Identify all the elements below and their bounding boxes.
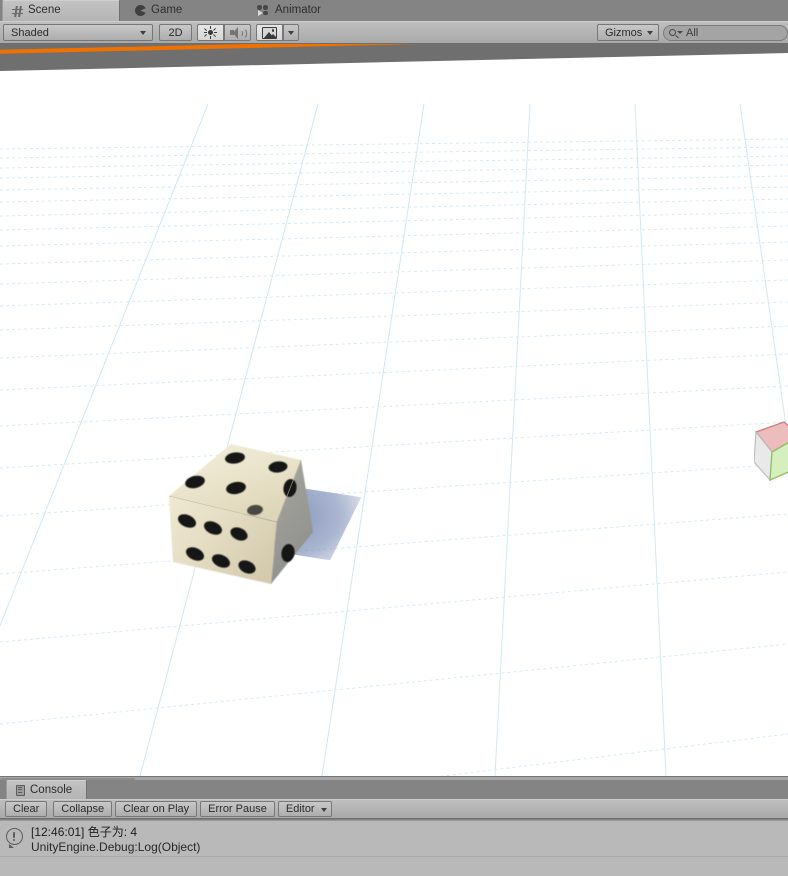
editor-connection-dropdown[interactable]: Editor	[277, 801, 332, 817]
search-icon	[669, 29, 676, 36]
draw-mode-dropdown[interactable]: Shaded	[3, 24, 153, 41]
tab-game[interactable]: Game	[126, 0, 204, 21]
chevron-down-icon	[320, 807, 327, 812]
chevron-down-icon	[288, 30, 294, 35]
info-log-icon	[6, 828, 25, 848]
hash-icon	[12, 5, 23, 17]
animator-icon	[257, 5, 270, 16]
tab-animator[interactable]: Animator	[248, 0, 356, 21]
chevron-down-icon	[140, 31, 146, 35]
audio-icon	[230, 26, 247, 39]
clear-on-play-label: Clear on Play	[123, 803, 190, 815]
console-log-list[interactable]: [12:46:01] 色子为: 4 UnityEngine.Debug:Log(…	[0, 820, 788, 876]
scene-view-toolbar: Shaded 2D Gizmos All	[0, 21, 788, 44]
console-toolbar: Clear Collapse Clear on Play Error Pause…	[0, 799, 788, 819]
clear-button[interactable]: Clear	[5, 801, 48, 817]
dice-mesh	[168, 444, 313, 585]
gizmos-dropdown[interactable]: Gizmos	[597, 24, 659, 41]
draw-mode-label: Shaded	[11, 26, 49, 39]
scene-panel-tabbar: Scene Game Animator	[0, 0, 788, 21]
log-entry-text: [12:46:01] 色子为: 4 UnityEngine.Debug:Log(…	[31, 825, 200, 855]
dice-object[interactable]	[155, 436, 375, 596]
tab-scene[interactable]: Scene	[2, 0, 120, 21]
collapse-button[interactable]: Collapse	[53, 801, 113, 817]
unity-editor-window: Scene Game Animator Shaded 2D Gizmos All…	[0, 0, 788, 876]
console-panel-tabbar: Console	[0, 780, 788, 799]
toggle-audio-button[interactable]	[224, 24, 251, 41]
tab-console-label: Console	[30, 784, 73, 796]
log-entry-message: [12:46:01] 色子为: 4	[31, 825, 138, 839]
collapse-button-label: Collapse	[61, 803, 105, 815]
tab-console[interactable]: Console	[6, 780, 88, 799]
chevron-down-icon	[677, 31, 683, 34]
toggle-effects-button[interactable]	[256, 24, 283, 41]
console-icon	[16, 784, 25, 796]
gizmos-label: Gizmos	[605, 26, 643, 39]
tab-game-label: Game	[151, 3, 183, 16]
scene-view-gizmo[interactable]	[754, 406, 788, 516]
tab-animator-label: Animator	[275, 3, 322, 16]
error-pause-label: Error Pause	[208, 803, 267, 815]
tab-scene-label: Scene	[28, 4, 61, 17]
scene-viewport[interactable]	[0, 44, 788, 776]
clear-on-play-button[interactable]: Clear on Play	[115, 801, 198, 817]
chevron-down-icon	[647, 31, 653, 35]
scene-search-input[interactable]: All	[663, 24, 788, 41]
log-entry-stacktrace: UnityEngine.Debug:Log(Object)	[31, 840, 201, 854]
scene-search-placeholder: All	[686, 26, 699, 39]
effects-dropdown[interactable]	[283, 24, 299, 41]
toggle-2d-button[interactable]: 2D	[159, 24, 192, 41]
image-icon	[262, 26, 277, 39]
clear-button-label: Clear	[13, 803, 40, 815]
scene-grid	[0, 103, 788, 776]
gamepad-icon	[135, 5, 146, 16]
sun-icon	[204, 26, 217, 39]
toggle-2d-label: 2D	[168, 26, 183, 39]
editor-dropdown-label: Editor	[285, 803, 315, 815]
console-log-entry[interactable]: [12:46:01] 色子为: 4 UnityEngine.Debug:Log(…	[0, 821, 788, 857]
toggle-lighting-button[interactable]	[197, 24, 224, 41]
error-pause-button[interactable]: Error Pause	[200, 801, 275, 817]
